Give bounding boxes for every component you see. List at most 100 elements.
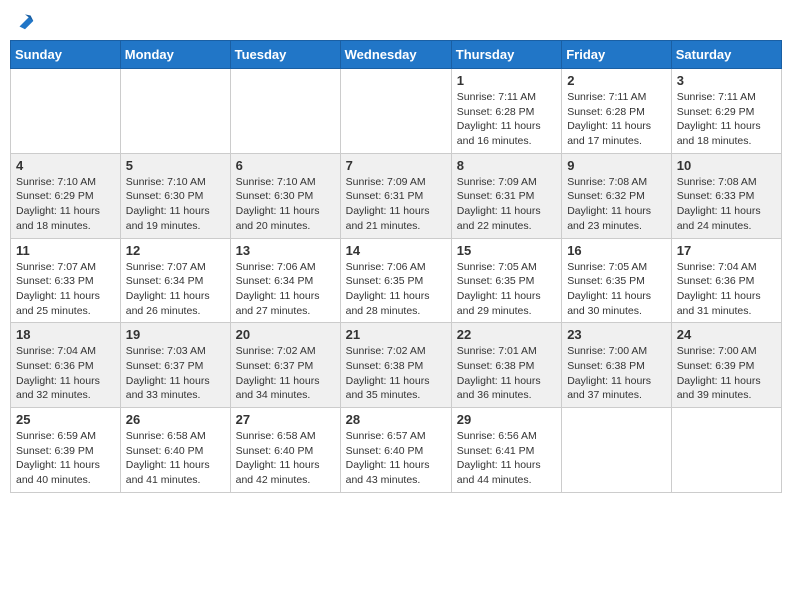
calendar-cell: 18 Sunrise: 7:04 AM Sunset: 6:36 PM Dayli…	[11, 323, 121, 408]
calendar-cell: 21 Sunrise: 7:02 AM Sunset: 6:38 PM Dayli…	[340, 323, 451, 408]
calendar-table: SundayMondayTuesdayWednesdayThursdayFrid…	[10, 40, 782, 493]
calendar-cell: 11 Sunrise: 7:07 AM Sunset: 6:33 PM Dayli…	[11, 238, 121, 323]
day-info: Sunrise: 6:56 AM Sunset: 6:41 PM Dayligh…	[457, 429, 556, 488]
calendar-cell: 27 Sunrise: 6:58 AM Sunset: 6:40 PM Dayli…	[230, 408, 340, 493]
day-number: 14	[346, 243, 446, 258]
day-number: 5	[126, 158, 225, 173]
calendar-cell: 12 Sunrise: 7:07 AM Sunset: 6:34 PM Dayli…	[120, 238, 230, 323]
weekday-header-monday: Monday	[120, 41, 230, 69]
day-info: Sunrise: 7:04 AM Sunset: 6:36 PM Dayligh…	[16, 344, 115, 403]
day-info: Sunrise: 7:11 AM Sunset: 6:28 PM Dayligh…	[457, 90, 556, 149]
calendar-cell: 8 Sunrise: 7:09 AM Sunset: 6:31 PM Daylig…	[451, 153, 561, 238]
calendar-cell: 10 Sunrise: 7:08 AM Sunset: 6:33 PM Dayli…	[671, 153, 781, 238]
day-number: 7	[346, 158, 446, 173]
weekday-header-row: SundayMondayTuesdayWednesdayThursdayFrid…	[11, 41, 782, 69]
day-number: 8	[457, 158, 556, 173]
weekday-header-friday: Friday	[562, 41, 672, 69]
day-info: Sunrise: 6:58 AM Sunset: 6:40 PM Dayligh…	[236, 429, 335, 488]
calendar-cell: 14 Sunrise: 7:06 AM Sunset: 6:35 PM Dayli…	[340, 238, 451, 323]
day-number: 28	[346, 412, 446, 427]
page-header	[10, 10, 782, 32]
day-number: 25	[16, 412, 115, 427]
calendar-cell	[11, 69, 121, 154]
calendar-cell: 23 Sunrise: 7:00 AM Sunset: 6:38 PM Dayli…	[562, 323, 672, 408]
day-info: Sunrise: 7:02 AM Sunset: 6:37 PM Dayligh…	[236, 344, 335, 403]
day-number: 11	[16, 243, 115, 258]
day-number: 26	[126, 412, 225, 427]
day-info: Sunrise: 7:08 AM Sunset: 6:32 PM Dayligh…	[567, 175, 666, 234]
calendar-cell: 28 Sunrise: 6:57 AM Sunset: 6:40 PM Dayli…	[340, 408, 451, 493]
day-number: 22	[457, 327, 556, 342]
day-number: 24	[677, 327, 776, 342]
day-number: 12	[126, 243, 225, 258]
day-number: 27	[236, 412, 335, 427]
day-info: Sunrise: 7:06 AM Sunset: 6:34 PM Dayligh…	[236, 260, 335, 319]
weekday-header-wednesday: Wednesday	[340, 41, 451, 69]
day-info: Sunrise: 7:03 AM Sunset: 6:37 PM Dayligh…	[126, 344, 225, 403]
calendar-cell: 20 Sunrise: 7:02 AM Sunset: 6:37 PM Dayli…	[230, 323, 340, 408]
calendar-cell: 29 Sunrise: 6:56 AM Sunset: 6:41 PM Dayli…	[451, 408, 561, 493]
day-number: 1	[457, 73, 556, 88]
calendar-cell	[230, 69, 340, 154]
day-number: 19	[126, 327, 225, 342]
calendar-cell: 26 Sunrise: 6:58 AM Sunset: 6:40 PM Dayli…	[120, 408, 230, 493]
day-info: Sunrise: 7:11 AM Sunset: 6:28 PM Dayligh…	[567, 90, 666, 149]
day-number: 29	[457, 412, 556, 427]
day-info: Sunrise: 7:09 AM Sunset: 6:31 PM Dayligh…	[457, 175, 556, 234]
calendar-cell: 6 Sunrise: 7:10 AM Sunset: 6:30 PM Daylig…	[230, 153, 340, 238]
calendar-cell	[562, 408, 672, 493]
calendar-cell: 15 Sunrise: 7:05 AM Sunset: 6:35 PM Dayli…	[451, 238, 561, 323]
day-info: Sunrise: 7:05 AM Sunset: 6:35 PM Dayligh…	[567, 260, 666, 319]
calendar-cell: 16 Sunrise: 7:05 AM Sunset: 6:35 PM Dayli…	[562, 238, 672, 323]
day-info: Sunrise: 6:58 AM Sunset: 6:40 PM Dayligh…	[126, 429, 225, 488]
day-number: 21	[346, 327, 446, 342]
day-number: 20	[236, 327, 335, 342]
calendar-cell: 13 Sunrise: 7:06 AM Sunset: 6:34 PM Dayli…	[230, 238, 340, 323]
calendar-cell	[671, 408, 781, 493]
day-info: Sunrise: 7:07 AM Sunset: 6:33 PM Dayligh…	[16, 260, 115, 319]
day-info: Sunrise: 7:09 AM Sunset: 6:31 PM Dayligh…	[346, 175, 446, 234]
day-info: Sunrise: 7:08 AM Sunset: 6:33 PM Dayligh…	[677, 175, 776, 234]
calendar-cell: 24 Sunrise: 7:00 AM Sunset: 6:39 PM Dayli…	[671, 323, 781, 408]
day-info: Sunrise: 7:10 AM Sunset: 6:29 PM Dayligh…	[16, 175, 115, 234]
day-number: 13	[236, 243, 335, 258]
day-number: 3	[677, 73, 776, 88]
weekday-header-thursday: Thursday	[451, 41, 561, 69]
day-info: Sunrise: 7:01 AM Sunset: 6:38 PM Dayligh…	[457, 344, 556, 403]
calendar-week-row: 18 Sunrise: 7:04 AM Sunset: 6:36 PM Dayli…	[11, 323, 782, 408]
day-number: 17	[677, 243, 776, 258]
day-info: Sunrise: 6:57 AM Sunset: 6:40 PM Dayligh…	[346, 429, 446, 488]
calendar-cell: 19 Sunrise: 7:03 AM Sunset: 6:37 PM Dayli…	[120, 323, 230, 408]
calendar-cell	[120, 69, 230, 154]
calendar-cell: 22 Sunrise: 7:01 AM Sunset: 6:38 PM Dayli…	[451, 323, 561, 408]
day-number: 10	[677, 158, 776, 173]
day-info: Sunrise: 7:10 AM Sunset: 6:30 PM Dayligh…	[236, 175, 335, 234]
day-info: Sunrise: 7:10 AM Sunset: 6:30 PM Dayligh…	[126, 175, 225, 234]
calendar-week-row: 4 Sunrise: 7:10 AM Sunset: 6:29 PM Daylig…	[11, 153, 782, 238]
day-info: Sunrise: 7:06 AM Sunset: 6:35 PM Dayligh…	[346, 260, 446, 319]
calendar-cell: 2Sunrise: 7:11 AM Sunset: 6:28 PM Daylig…	[562, 69, 672, 154]
day-info: Sunrise: 7:00 AM Sunset: 6:38 PM Dayligh…	[567, 344, 666, 403]
day-number: 23	[567, 327, 666, 342]
day-number: 16	[567, 243, 666, 258]
day-number: 4	[16, 158, 115, 173]
day-info: Sunrise: 7:00 AM Sunset: 6:39 PM Dayligh…	[677, 344, 776, 403]
day-info: Sunrise: 7:07 AM Sunset: 6:34 PM Dayligh…	[126, 260, 225, 319]
weekday-header-tuesday: Tuesday	[230, 41, 340, 69]
day-info: Sunrise: 7:05 AM Sunset: 6:35 PM Dayligh…	[457, 260, 556, 319]
weekday-header-sunday: Sunday	[11, 41, 121, 69]
calendar-cell: 3 Sunrise: 7:11 AM Sunset: 6:29 PM Daylig…	[671, 69, 781, 154]
calendar-week-row: 25 Sunrise: 6:59 AM Sunset: 6:39 PM Dayli…	[11, 408, 782, 493]
day-number: 15	[457, 243, 556, 258]
day-number: 6	[236, 158, 335, 173]
calendar-week-row: 1 Sunrise: 7:11 AM Sunset: 6:28 PM Daylig…	[11, 69, 782, 154]
day-info: Sunrise: 7:11 AM Sunset: 6:29 PM Dayligh…	[677, 90, 776, 149]
weekday-header-saturday: Saturday	[671, 41, 781, 69]
day-number: 9	[567, 158, 666, 173]
day-info: Sunrise: 6:59 AM Sunset: 6:39 PM Dayligh…	[16, 429, 115, 488]
day-info: Sunrise: 7:02 AM Sunset: 6:38 PM Dayligh…	[346, 344, 446, 403]
day-info: Sunrise: 7:04 AM Sunset: 6:36 PM Dayligh…	[677, 260, 776, 319]
calendar-cell: 7 Sunrise: 7:09 AM Sunset: 6:31 PM Daylig…	[340, 153, 451, 238]
calendar-cell	[340, 69, 451, 154]
day-number: 18	[16, 327, 115, 342]
